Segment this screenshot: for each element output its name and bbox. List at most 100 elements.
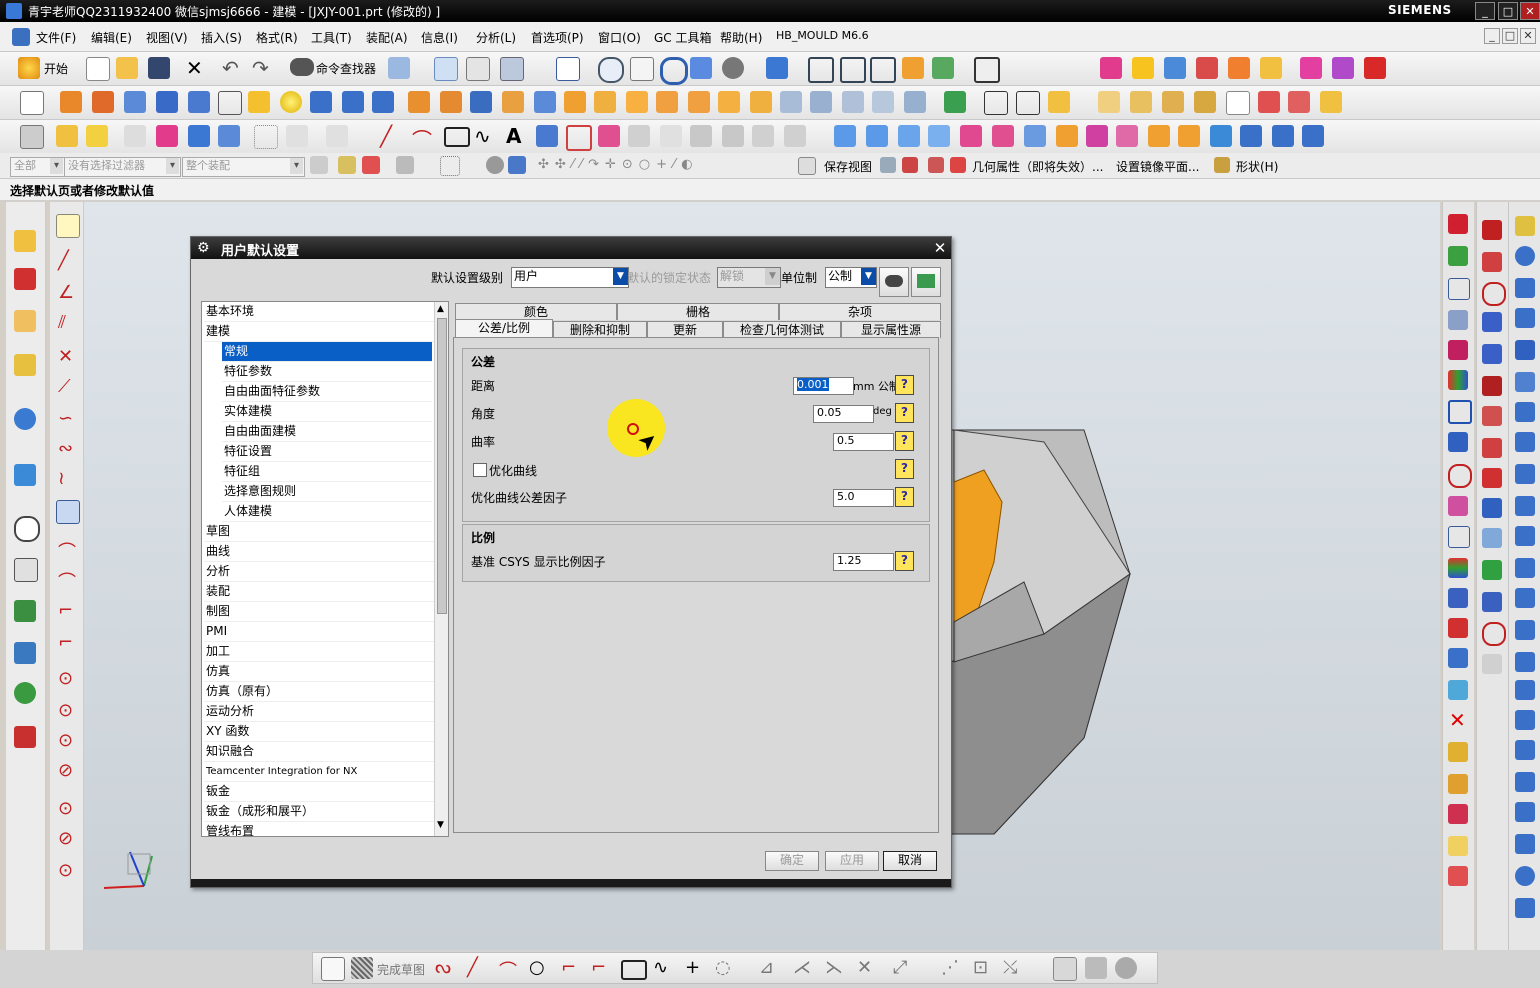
bottom-tool-3-icon[interactable]: ⤯ bbox=[1003, 957, 1017, 978]
tree-item[interactable]: 仿真 bbox=[204, 662, 434, 682]
unite-icon[interactable] bbox=[626, 91, 648, 113]
right3-tool-13-icon[interactable] bbox=[1515, 588, 1535, 608]
circle-4-icon[interactable]: ⊘ bbox=[58, 760, 73, 781]
mirror-feature-icon[interactable] bbox=[534, 91, 556, 113]
menu-view[interactable]: 视图(V) bbox=[146, 29, 188, 46]
right1-tool-10-icon[interactable] bbox=[1448, 496, 1468, 516]
unit-select[interactable]: 公制 ▼ bbox=[825, 267, 877, 288]
optimize-factor-input[interactable]: 5.0 bbox=[833, 489, 894, 507]
scroll-down-icon[interactable]: ▼ bbox=[437, 820, 444, 830]
csys-scale-input[interactable]: 1.25 bbox=[833, 553, 894, 571]
curve-tool-3-icon[interactable] bbox=[598, 125, 620, 147]
sphere-icon[interactable] bbox=[280, 91, 302, 113]
rotate-icon[interactable] bbox=[660, 57, 688, 85]
mould-wizard-8-icon[interactable] bbox=[1332, 57, 1354, 79]
selection-filter-select[interactable]: 没有选择过滤器 bbox=[64, 157, 181, 177]
fillet-icon[interactable]: ≀ bbox=[58, 468, 65, 489]
surface-tool-16-icon[interactable] bbox=[1302, 125, 1324, 147]
tree-item[interactable]: 实体建模 bbox=[222, 402, 432, 422]
right3-tool-19-icon[interactable] bbox=[1515, 772, 1535, 792]
menu-format[interactable]: 格式(R) bbox=[256, 29, 298, 46]
find-defaults-button[interactable] bbox=[879, 267, 909, 297]
distance-help-button[interactable]: ? bbox=[895, 375, 914, 395]
manufacturing-wizards-icon[interactable] bbox=[14, 642, 36, 664]
mould-wizard-4-icon[interactable] bbox=[1196, 57, 1218, 79]
thicken-icon[interactable] bbox=[750, 91, 772, 113]
geometry-props-label[interactable]: 几何属性（即将失效）... bbox=[972, 158, 1103, 175]
view-tool-1-icon[interactable] bbox=[880, 157, 896, 173]
surface-tool-9-icon[interactable] bbox=[1086, 125, 1108, 147]
tree-item[interactable]: 钣金 bbox=[204, 782, 434, 802]
start-icon[interactable] bbox=[18, 57, 40, 79]
bottom-dimension-icon[interactable]: ⤢ bbox=[893, 957, 907, 978]
perpendicular-icon[interactable]: ✕ bbox=[58, 346, 73, 367]
right2-tool-8-icon[interactable] bbox=[1482, 438, 1502, 458]
surface-tool-13-icon[interactable] bbox=[1210, 125, 1232, 147]
right3-tool-18-icon[interactable] bbox=[1515, 740, 1535, 760]
tab-display-attr-source[interactable]: 显示属性源 bbox=[841, 321, 941, 338]
mould-wizard-3-icon[interactable] bbox=[1164, 57, 1186, 79]
circle-1-icon[interactable]: ⊙ bbox=[58, 668, 73, 689]
bottom-polygon-icon[interactable]: ∿ bbox=[653, 957, 668, 978]
defaults-tree[interactable]: 基本环境 建模 常规 特征参数 自由曲面特征参数 实体建模 自由曲面建模 特征设置 特征组 选择意… bbox=[201, 301, 449, 837]
ok-button[interactable]: 确定 bbox=[765, 851, 819, 871]
grid-icon[interactable] bbox=[254, 125, 278, 149]
layer-icon[interactable] bbox=[902, 57, 924, 79]
zoom-icon[interactable] bbox=[598, 57, 624, 83]
menu-window[interactable]: 窗口(O) bbox=[598, 29, 641, 46]
analysis-3-icon[interactable] bbox=[1162, 91, 1184, 113]
save-view-label[interactable]: 保存视图 bbox=[824, 158, 872, 175]
fit-view-icon[interactable] bbox=[556, 57, 580, 81]
corner-1-icon[interactable]: ⌐ bbox=[58, 600, 73, 621]
right3-tool-8-icon[interactable] bbox=[1515, 432, 1535, 452]
datum-csys-icon[interactable] bbox=[1016, 91, 1040, 115]
circle-5-icon[interactable]: ⊙ bbox=[58, 798, 73, 819]
arc-icon[interactable]: ⌒ bbox=[412, 124, 432, 153]
scope-select[interactable]: 整个装配 bbox=[182, 157, 305, 177]
mould-wizard-5-icon[interactable] bbox=[1228, 57, 1250, 79]
right3-tool-11-icon[interactable] bbox=[1515, 526, 1535, 546]
close-window-button[interactable]: ✕ bbox=[1520, 2, 1540, 20]
wcs-icon[interactable] bbox=[932, 57, 954, 79]
shaded-cube-icon[interactable] bbox=[766, 57, 788, 79]
mould-wizard-2-icon[interactable] bbox=[1132, 57, 1154, 79]
right1-tool-8-icon[interactable] bbox=[1448, 432, 1468, 452]
curve-tool-6-icon[interactable] bbox=[690, 125, 712, 147]
finish-sketch-icon[interactable] bbox=[351, 957, 373, 979]
scroll-thumb[interactable] bbox=[437, 318, 447, 614]
line-icon[interactable]: ╱ bbox=[380, 124, 392, 148]
select-edge-icon[interactable] bbox=[188, 125, 210, 147]
bottom-point-icon[interactable]: + bbox=[685, 957, 700, 978]
draft-icon[interactable] bbox=[718, 91, 740, 113]
tab-update[interactable]: 更新 bbox=[647, 321, 723, 338]
bottom-trim-icon[interactable]: ⊿ bbox=[759, 957, 774, 978]
right3-tool-3-icon[interactable] bbox=[1515, 278, 1535, 298]
right1-tool-1-icon[interactable] bbox=[1448, 214, 1468, 234]
analysis-5-icon[interactable] bbox=[1226, 91, 1250, 115]
right2-tool-5-icon[interactable] bbox=[1482, 344, 1502, 364]
analysis-2-icon[interactable] bbox=[1130, 91, 1152, 113]
selection-tool-1-icon[interactable] bbox=[310, 156, 328, 174]
menu-help[interactable]: 帮助(H) bbox=[720, 29, 762, 46]
circle-6-icon[interactable]: ⊘ bbox=[58, 828, 73, 849]
tree-item[interactable]: 常规 bbox=[222, 342, 432, 362]
right1-tool-9-icon[interactable] bbox=[1448, 464, 1472, 488]
chamfer-icon[interactable] bbox=[440, 91, 462, 113]
constraint-navigator-icon[interactable] bbox=[14, 268, 36, 290]
tree-item[interactable]: 自由曲面建模 bbox=[222, 422, 432, 442]
right2-tool-6-icon[interactable] bbox=[1482, 376, 1502, 396]
pocket-icon[interactable] bbox=[188, 91, 210, 113]
circle-3-icon[interactable]: ⊙ bbox=[58, 730, 73, 751]
corner-2-icon[interactable]: ⌐ bbox=[58, 632, 73, 653]
arc-tangent-icon[interactable]: ∾ bbox=[58, 438, 73, 459]
tab-delete-suppress[interactable]: 删除和抑制 bbox=[553, 321, 647, 338]
right2-tool-2-icon[interactable] bbox=[1482, 252, 1502, 272]
pad-icon[interactable] bbox=[218, 91, 242, 115]
tree-item[interactable]: 人体建模 bbox=[222, 502, 432, 522]
tangent-line-icon[interactable]: ⟋ bbox=[58, 376, 71, 397]
selection-tool-4-icon[interactable] bbox=[396, 156, 414, 174]
right2-tool-12-icon[interactable] bbox=[1482, 560, 1502, 580]
open-folder-icon[interactable] bbox=[116, 57, 138, 79]
dialog-close-button[interactable]: ✕ bbox=[931, 239, 949, 257]
selection-tool-5-icon[interactable] bbox=[440, 156, 460, 176]
